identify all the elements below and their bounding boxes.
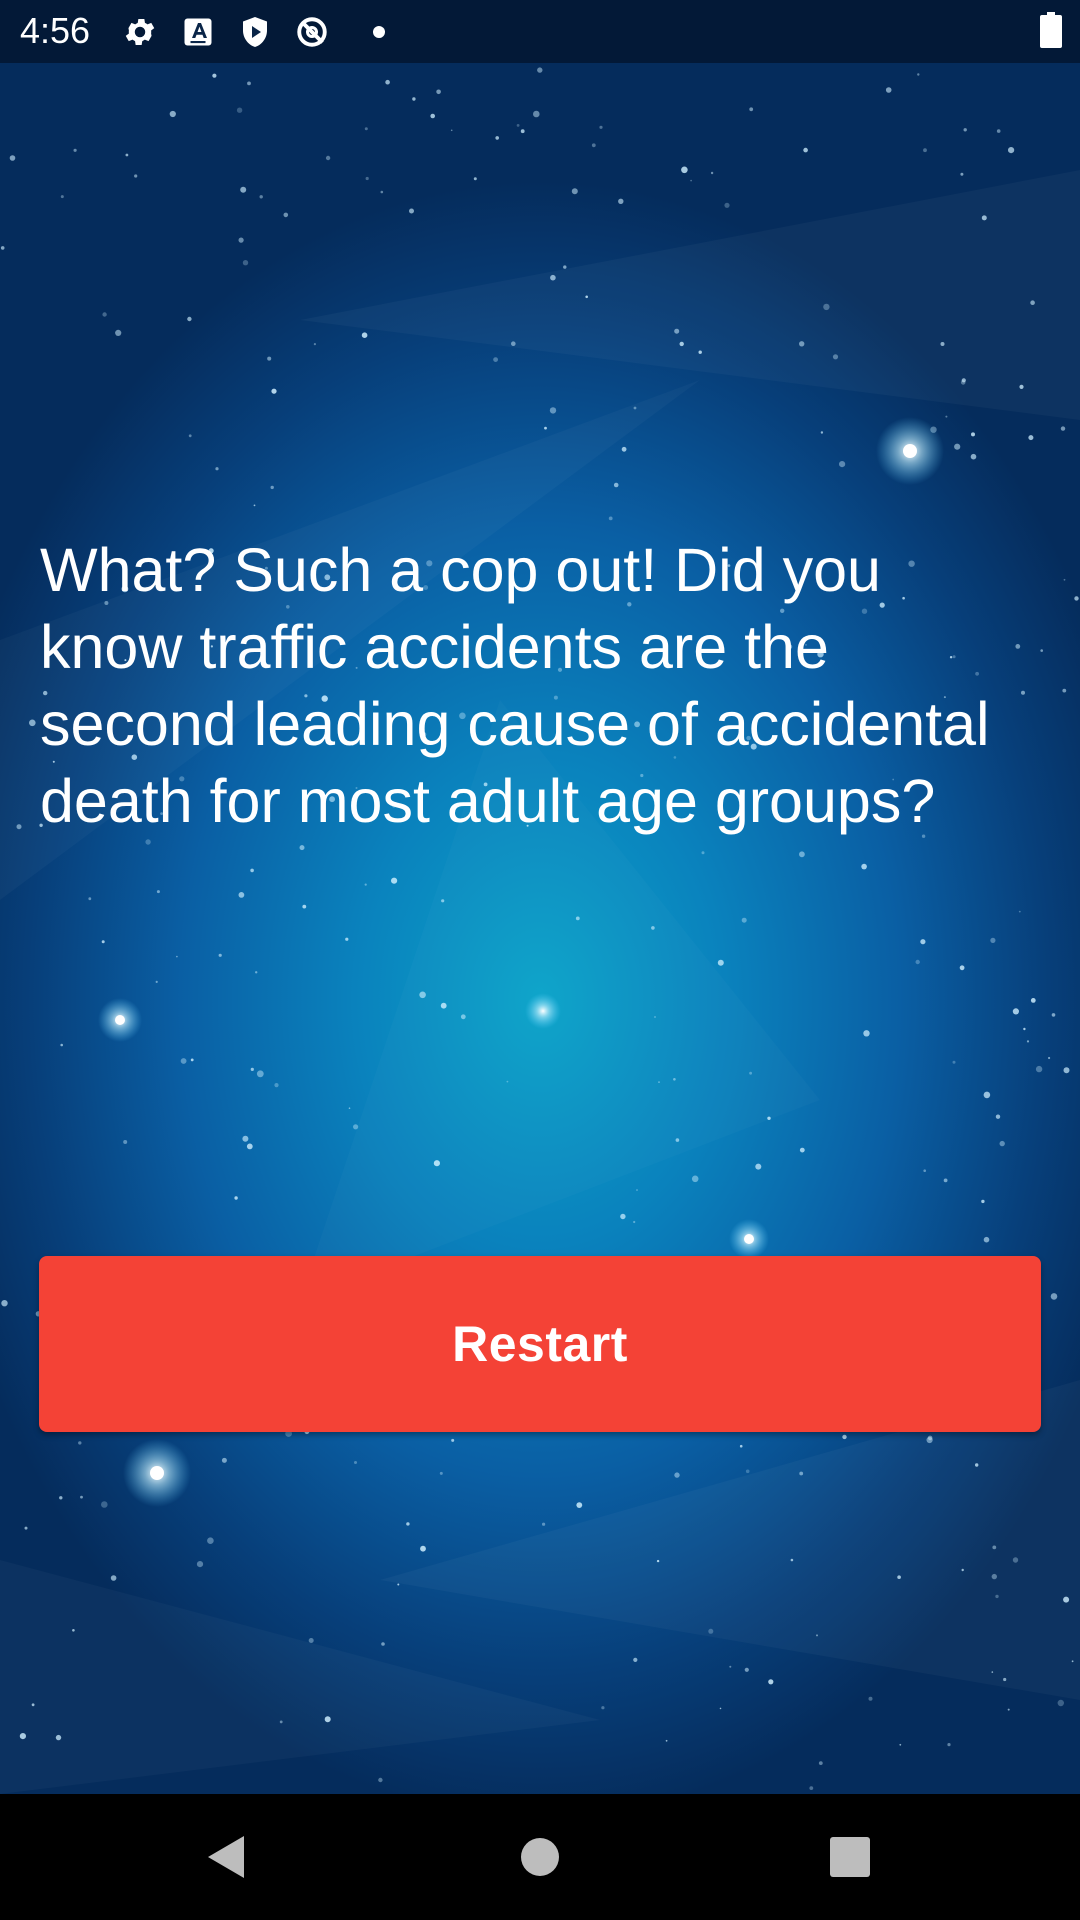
dot-icon (373, 26, 385, 38)
background-decoration (0, 67, 1079, 1790)
starry-background (0, 0, 1080, 1794)
back-icon (208, 1836, 244, 1878)
screen: 4:56 What? Such a cop out! Did you know … (0, 0, 1080, 1920)
back-button[interactable] (146, 1794, 306, 1920)
status-bar: 4:56 (0, 0, 1080, 63)
home-button[interactable] (460, 1794, 620, 1920)
navigation-bar (0, 1794, 1080, 1920)
recents-button[interactable] (770, 1794, 930, 1920)
recents-icon (830, 1837, 870, 1877)
home-icon (521, 1838, 559, 1876)
message-text: What? Such a cop out! Did you know traff… (40, 536, 990, 835)
play-shield-icon (243, 17, 267, 47)
restart-button[interactable]: Restart (39, 1256, 1041, 1432)
status-time: 4:56 (20, 10, 91, 51)
text-a-icon (184, 18, 212, 46)
no-sign-icon (297, 17, 327, 47)
battery-icon (1040, 12, 1062, 48)
settings-icon (125, 18, 155, 46)
